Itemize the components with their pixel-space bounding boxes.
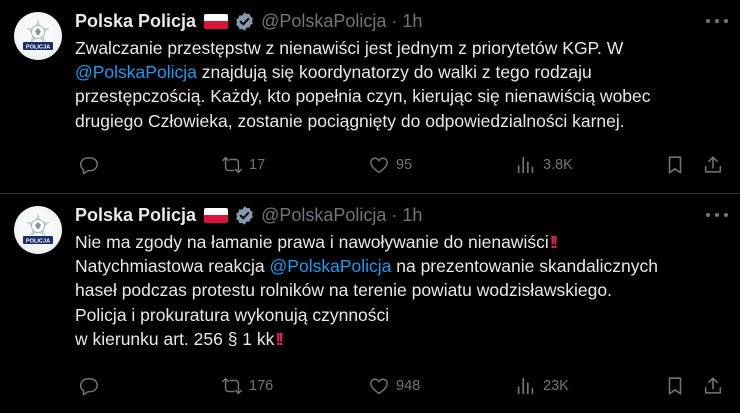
tweet[interactable]: POLICJA Polska Policja @PolskaPolicja · … xyxy=(0,194,740,413)
double-exclamation-emoji: !! xyxy=(549,232,558,252)
police-badge-icon: POLICJA xyxy=(23,19,53,50)
mention-link[interactable]: @PolskaPolicja xyxy=(75,62,197,82)
bar-chart-icon xyxy=(517,156,534,174)
timestamp[interactable]: 1h xyxy=(402,205,422,226)
text-segment: przestępczością. Każdy, kto popełnia czy… xyxy=(75,86,651,107)
retweet-count: 17 xyxy=(249,157,266,173)
avatar[interactable]: POLICJA xyxy=(14,206,62,254)
poland-flag-icon xyxy=(204,13,229,29)
author-name[interactable]: Polska Policja xyxy=(75,205,196,226)
bookmark-button[interactable] xyxy=(664,153,686,177)
text-line: haseł podczas protestu rolników na teren… xyxy=(75,278,725,302)
tweet-actions: 176 948 23K xyxy=(75,374,730,398)
tweet-header: Polska Policja @PolskaPolicja · 1h xyxy=(75,204,422,226)
text-segment: na prezentowanie skandalicznych xyxy=(391,256,658,277)
retweet-arrows-icon xyxy=(222,156,242,174)
text-segment: w kierunku art. 256 § 1 kk xyxy=(75,328,275,349)
view-count: 3.8K xyxy=(543,157,573,173)
text-line: @PolskaPolicja znajdują się koordynatorz… xyxy=(75,60,725,84)
text-segment: Nie ma zgody na łamanie prawa i nawoływa… xyxy=(75,232,549,252)
more-options-button[interactable] xyxy=(706,14,728,28)
text-line: drugiego Człowieka, zostanie pociągnięty… xyxy=(75,109,725,133)
tweet-actions: 17 95 3.8K xyxy=(75,153,730,177)
reply-button[interactable] xyxy=(78,153,106,177)
text-line: Zwalczanie przestępstw z nienawiści jest… xyxy=(75,36,725,60)
share-button[interactable] xyxy=(702,153,724,177)
text-segment: drugiego Człowieka, zostanie pociągnięty… xyxy=(75,110,625,131)
tweet-text: Nie ma zgody na łamanie prawa i nawoływa… xyxy=(75,230,725,351)
more-options-button[interactable] xyxy=(706,208,728,222)
text-line: Natychmiastowa reakcja @PolskaPolicja na… xyxy=(75,254,725,278)
share-upload-icon xyxy=(704,156,722,173)
bookmark-button[interactable] xyxy=(664,374,686,398)
views-button[interactable]: 23K xyxy=(515,374,569,398)
heart-icon xyxy=(370,157,388,174)
tweet-text: Zwalczanie przestępstw z nienawiści jest… xyxy=(75,36,725,133)
tweet-header: Polska Policja @PolskaPolicja · 1h xyxy=(75,10,422,32)
like-button[interactable]: 95 xyxy=(368,153,412,177)
text-segment: haseł podczas protestu rolników na teren… xyxy=(75,280,612,301)
text-line: w kierunku art. 256 § 1 kk!! xyxy=(75,327,725,351)
text-line: przestępczością. Każdy, kto popełnia czy… xyxy=(75,84,725,108)
verified-badge-icon xyxy=(236,205,253,225)
views-button[interactable]: 3.8K xyxy=(515,153,573,177)
share-button[interactable] xyxy=(702,374,724,398)
mention-link[interactable]: @PolskaPolicja xyxy=(270,256,392,276)
share-upload-icon xyxy=(704,377,722,394)
avatar-label: POLICJA xyxy=(26,44,50,50)
reply-bubble-icon xyxy=(80,157,98,175)
poland-flag-icon xyxy=(204,207,229,223)
more-dots-icon xyxy=(706,213,710,217)
meta-separator: · xyxy=(391,10,398,31)
text-segment: Natychmiastowa reakcja xyxy=(75,256,270,277)
avatar[interactable]: POLICJA xyxy=(14,12,62,60)
bookmark-icon xyxy=(668,377,682,395)
text-line: Policja i prokuratura wykonują czynności xyxy=(75,303,725,327)
text-segment: znajdują się koordynatorzy do walki z te… xyxy=(196,62,592,83)
retweet-button[interactable]: 17 xyxy=(221,153,265,177)
heart-icon xyxy=(370,378,388,395)
like-count: 95 xyxy=(396,157,413,173)
text-segment: Policja i prokuratura wykonują czynności xyxy=(75,304,390,325)
author-name[interactable]: Polska Policja xyxy=(75,11,196,32)
like-count: 948 xyxy=(396,378,421,394)
timestamp[interactable]: 1h xyxy=(402,11,422,32)
author-handle[interactable]: @PolskaPolicja xyxy=(261,205,386,226)
more-dots-icon xyxy=(706,19,710,23)
author-handle[interactable]: @PolskaPolicja xyxy=(261,11,386,32)
police-badge-icon: POLICJA xyxy=(23,213,53,244)
meta-separator: · xyxy=(391,204,398,225)
verified-badge-icon xyxy=(236,11,253,31)
retweet-button[interactable]: 176 xyxy=(221,374,273,398)
retweet-count: 176 xyxy=(249,378,274,394)
text-line: Nie ma zgody na łamanie prawa i nawoływa… xyxy=(75,230,725,254)
view-count: 23K xyxy=(543,378,569,394)
bar-chart-icon xyxy=(517,377,534,395)
reply-button[interactable] xyxy=(78,374,106,398)
retweet-arrows-icon xyxy=(222,377,242,395)
text-segment: Zwalczanie przestępstw z nienawiści jest… xyxy=(75,38,624,58)
double-exclamation-emoji: !! xyxy=(275,328,283,349)
tweet[interactable]: POLICJA Polska Policja @PolskaPolicja · … xyxy=(0,0,740,193)
avatar-label: POLICJA xyxy=(26,238,50,244)
like-button[interactable]: 948 xyxy=(368,374,420,398)
bookmark-icon xyxy=(668,156,682,174)
reply-bubble-icon xyxy=(80,378,98,396)
